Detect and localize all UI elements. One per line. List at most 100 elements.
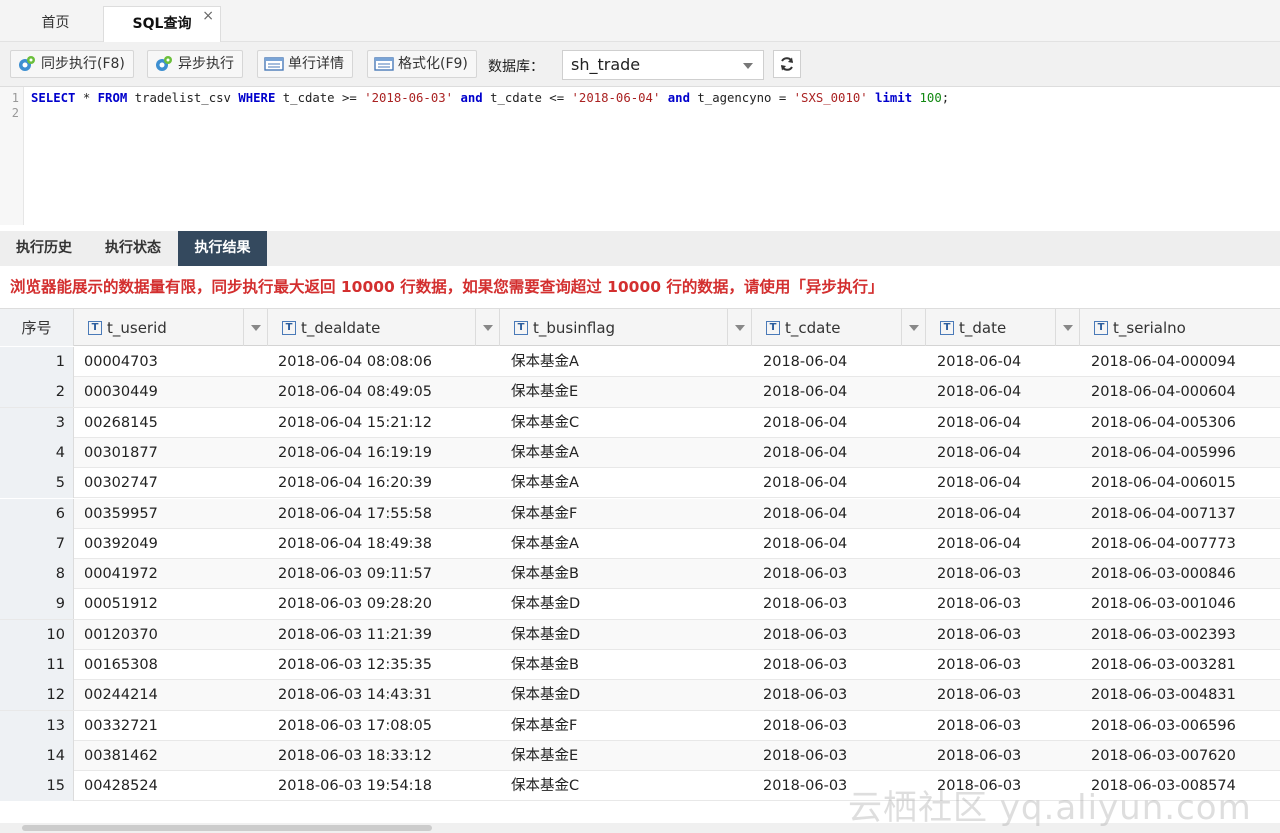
table-cell[interactable]: 2018-06-04 [763,347,847,377]
table-cell[interactable]: 2018-06-04 [763,377,847,407]
column-menu-button[interactable] [243,309,267,346]
table-cell[interactable]: 2018-06-03 19:54:18 [278,771,432,801]
table-cell[interactable]: 2018-06-04 15:21:12 [278,408,432,438]
close-icon[interactable]: × [202,0,214,33]
table-cell[interactable]: 2018-06-04 [763,529,847,559]
table-cell[interactable]: 2018-06-03 17:08:05 [278,711,432,741]
table-cell[interactable]: 2018-06-03 18:33:12 [278,741,432,771]
table-cell[interactable]: 保本基金E [511,377,578,407]
table-cell[interactable]: 2018-06-04 16:19:19 [278,438,432,468]
table-cell[interactable]: 2018-06-03-000846 [1091,559,1236,589]
table-cell[interactable]: 00120370 [84,620,158,650]
table-row[interactable]: 1 00004703 2018-06-04 08:08:06 保本基金A 2018-06… [0,347,1280,378]
table-cell[interactable]: 2018-06-03 11:21:39 [278,620,432,650]
table-cell[interactable]: 2018-06-04 [937,438,1021,468]
table-cell[interactable]: 2018-06-03 [937,559,1021,589]
table-cell[interactable]: 2018-06-04-005996 [1091,438,1236,468]
table-cell[interactable]: 00165308 [84,650,158,680]
table-cell[interactable]: 保本基金F [511,499,577,529]
table-cell[interactable]: 00004703 [84,347,158,377]
table-cell[interactable]: 2018-06-03 [763,559,847,589]
row-detail-button[interactable]: 单行详情 [257,50,353,78]
table-cell[interactable]: 00041972 [84,559,158,589]
table-cell[interactable]: 2018-06-04 [937,529,1021,559]
column-menu-button[interactable] [1055,309,1079,346]
table-cell[interactable]: 00428524 [84,771,158,801]
table-cell[interactable]: 保本基金E [511,741,578,771]
table-cell[interactable]: 00359957 [84,499,158,529]
table-cell[interactable]: 2018-06-03 [763,650,847,680]
database-select[interactable]: sh_trade [562,50,764,80]
column-header[interactable]: T t_dealdate [268,309,500,346]
table-cell[interactable]: 2018-06-03-001046 [1091,589,1236,619]
column-menu-button[interactable] [901,309,925,346]
table-row[interactable]: 5 00302747 2018-06-04 16:20:39 保本基金A 2018-06… [0,468,1280,499]
table-cell[interactable]: 保本基金A [511,468,579,498]
table-cell[interactable]: 2018-06-03 [763,589,847,619]
table-row[interactable]: 4 00301877 2018-06-04 16:19:19 保本基金A 2018-06… [0,437,1280,469]
tab-execution-history[interactable]: 执行历史 [0,231,88,266]
table-cell[interactable]: 2018-06-03 12:35:35 [278,650,432,680]
table-cell[interactable]: 2018-06-03 [763,741,847,771]
table-cell[interactable]: 2018-06-04 [763,468,847,498]
column-header[interactable]: T t_businflag [500,309,752,346]
table-row[interactable]: 2 00030449 2018-06-04 08:49:05 保本基金E 2018-06… [0,377,1280,408]
table-cell[interactable]: 2018-06-04 [937,377,1021,407]
table-cell[interactable]: 2018-06-03 [937,620,1021,650]
table-cell[interactable]: 保本基金A [511,347,579,377]
table-cell[interactable]: 2018-06-03 [763,771,847,801]
table-cell[interactable]: 2018-06-03 [763,680,847,710]
table-cell[interactable]: 2018-06-03-006596 [1091,711,1236,741]
table-cell[interactable]: 2018-06-03 09:11:57 [278,559,432,589]
table-row[interactable]: 9 00051912 2018-06-03 09:28:20 保本基金D 2018-06… [0,589,1280,620]
table-cell[interactable]: 00301877 [84,438,158,468]
table-cell[interactable]: 保本基金B [511,650,579,680]
table-cell[interactable]: 2018-06-03-007620 [1091,741,1236,771]
table-cell[interactable]: 保本基金D [511,680,580,710]
column-menu-button[interactable] [475,309,499,346]
table-row[interactable]: 10 00120370 2018-06-03 11:21:39 保本基金D 2018-0… [0,619,1280,650]
column-header[interactable]: T t_userid [74,309,268,346]
table-cell[interactable]: 2018-06-03 [937,650,1021,680]
async-execute-button[interactable]: 异步执行 [147,50,243,78]
column-header[interactable]: T t_cdate [752,309,926,346]
table-cell[interactable]: 2018-06-03 [763,711,847,741]
table-cell[interactable]: 保本基金F [511,711,577,741]
table-cell[interactable]: 2018-06-04 [937,408,1021,438]
sync-execute-button[interactable]: 同步执行(F8) [10,50,134,78]
table-cell[interactable]: 00332721 [84,711,158,741]
table-cell[interactable]: 2018-06-03 09:28:20 [278,589,432,619]
table-cell[interactable]: 2018-06-03 [937,680,1021,710]
table-cell[interactable]: 00268145 [84,408,158,438]
table-cell[interactable]: 2018-06-04-007137 [1091,499,1236,529]
table-cell[interactable]: 保本基金A [511,529,579,559]
table-cell[interactable]: 2018-06-04 08:49:05 [278,377,432,407]
scrollbar-thumb[interactable] [22,825,432,831]
column-header[interactable]: T t_date [926,309,1080,346]
table-row[interactable]: 7 00392049 2018-06-04 18:49:38 保本基金A 2018-06… [0,528,1280,560]
table-cell[interactable]: 保本基金A [511,438,579,468]
table-cell[interactable]: 00302747 [84,468,158,498]
table-row[interactable]: 8 00041972 2018-06-03 09:11:57 保本基金B 2018-06… [0,559,1280,590]
table-cell[interactable]: 2018-06-04 17:55:58 [278,499,432,529]
table-row[interactable]: 3 00268145 2018-06-04 15:21:12 保本基金C 2018-06… [0,407,1280,438]
table-cell[interactable]: 2018-06-04 16:20:39 [278,468,432,498]
table-cell[interactable]: 2018-06-04-007773 [1091,529,1236,559]
table-row[interactable]: 12 00244214 2018-06-03 14:43:31 保本基金D 2018-0… [0,680,1280,711]
table-cell[interactable]: 2018-06-03-003281 [1091,650,1236,680]
tab-execution-result[interactable]: 执行结果 [178,231,267,266]
table-cell[interactable]: 2018-06-04 [763,499,847,529]
table-cell[interactable]: 00381462 [84,741,158,771]
table-cell[interactable]: 保本基金C [511,771,579,801]
format-button[interactable]: 格式化(F9) [367,50,477,78]
table-row[interactable]: 11 00165308 2018-06-03 12:35:35 保本基金B 2018-0… [0,650,1280,681]
column-header[interactable]: T t_serialno [1080,309,1280,346]
table-cell[interactable]: 保本基金D [511,620,580,650]
tab-sql-query[interactable]: SQL查询 × [103,6,221,42]
table-cell[interactable]: 2018-06-04 [937,499,1021,529]
table-cell[interactable]: 2018-06-04 18:49:38 [278,529,432,559]
table-cell[interactable]: 2018-06-04 [937,468,1021,498]
table-cell[interactable]: 2018-06-04-000604 [1091,377,1236,407]
table-cell[interactable]: 00030449 [84,377,158,407]
table-cell[interactable]: 00392049 [84,529,158,559]
